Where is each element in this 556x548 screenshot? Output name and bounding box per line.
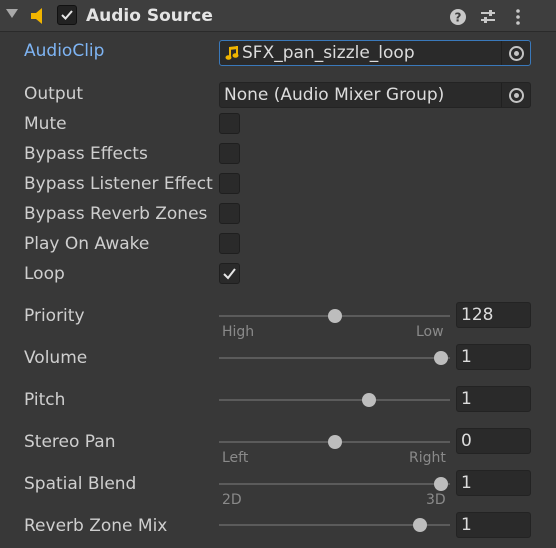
spatial-blend-label: Spatial Blend — [24, 474, 137, 494]
mute-label: Mute — [24, 114, 67, 134]
priority-max-label: Low — [416, 324, 444, 340]
bypass-listener-effects-label: Bypass Listener Effect — [24, 174, 213, 194]
priority-value: 128 — [461, 305, 494, 325]
spatial-blend-slider-thumb[interactable] — [434, 477, 448, 491]
reverb-zone-mix-input[interactable]: 1 — [456, 512, 531, 538]
stereo-pan-slider-thumb[interactable] — [327, 435, 342, 449]
volume-value: 1 — [461, 347, 472, 367]
reverb-zone-mix-slider-thumb[interactable] — [412, 518, 427, 532]
spatial-blend-input[interactable]: 1 — [456, 470, 531, 496]
bypass-listener-effects-checkbox[interactable] — [219, 173, 240, 194]
stereo-pan-value: 0 — [461, 431, 472, 451]
object-picker-button[interactable] — [501, 41, 530, 65]
bypass-effects-checkbox[interactable] — [219, 143, 240, 164]
volume-slider-thumb[interactable] — [434, 351, 448, 365]
more-menu-icon[interactable] — [509, 8, 527, 26]
pitch-slider-track[interactable] — [219, 399, 450, 401]
object-picker-dot — [514, 93, 519, 98]
output-field[interactable]: None (Audio Mixer Group) — [219, 82, 531, 108]
reverb-zone-mix-value: 1 — [461, 515, 472, 535]
priority-label: Priority — [24, 306, 85, 326]
stereo-pan-input[interactable]: 0 — [456, 428, 531, 454]
stereo-pan-min-label: Left — [222, 450, 249, 466]
priority-min-label: High — [222, 324, 255, 340]
spatial-blend-min-label: 2D — [222, 492, 242, 508]
pitch-value: 1 — [461, 389, 472, 409]
object-picker-button[interactable] — [501, 83, 530, 107]
priority-slider-thumb[interactable] — [327, 309, 342, 323]
pitch-slider-thumb[interactable] — [361, 393, 376, 407]
loop-label: Loop — [24, 264, 65, 284]
audio-clip-label: AudioClip — [24, 41, 105, 61]
volume-input[interactable]: 1 — [456, 344, 531, 370]
output-label: Output — [24, 84, 84, 104]
output-value: None (Audio Mixer Group) — [224, 85, 445, 105]
pitch-label: Pitch — [24, 390, 66, 410]
audio-source-icon — [28, 6, 48, 26]
help-icon[interactable]: ? — [449, 8, 467, 26]
component-header[interactable]: Audio Source ? — [0, 0, 556, 32]
component-title: Audio Source — [86, 6, 213, 26]
audio-clip-field[interactable]: SFX_pan_sizzle_loop — [219, 40, 531, 66]
bypass-reverb-zones-checkbox[interactable] — [219, 203, 240, 224]
checkmark-icon — [223, 268, 236, 280]
stereo-pan-label: Stereo Pan — [24, 432, 116, 452]
bypass-reverb-zones-label: Bypass Reverb Zones — [24, 204, 208, 224]
spatial-blend-slider-track[interactable] — [219, 483, 450, 485]
svg-text:?: ? — [455, 11, 462, 25]
spatial-blend-max-label: 3D — [426, 492, 446, 508]
audio-clip-value: SFX_pan_sizzle_loop — [242, 43, 415, 63]
pitch-input[interactable]: 1 — [456, 386, 531, 412]
music-note-icon — [225, 46, 239, 60]
mute-checkbox[interactable] — [219, 113, 240, 134]
volume-slider-track[interactable] — [219, 357, 450, 359]
bypass-effects-label: Bypass Effects — [24, 144, 148, 164]
component-enabled-checkbox[interactable] — [57, 5, 77, 25]
reverb-zone-mix-label: Reverb Zone Mix — [24, 516, 168, 536]
preset-icon[interactable] — [479, 8, 497, 26]
spatial-blend-value: 1 — [461, 473, 472, 493]
foldout-arrow-icon[interactable] — [6, 9, 18, 18]
stereo-pan-max-label: Right — [409, 450, 446, 466]
volume-label: Volume — [24, 348, 88, 368]
loop-checkbox[interactable] — [219, 263, 240, 284]
play-on-awake-checkbox[interactable] — [219, 233, 240, 254]
play-on-awake-label: Play On Awake — [24, 234, 150, 254]
priority-input[interactable]: 128 — [456, 302, 531, 328]
object-picker-dot — [514, 51, 519, 56]
